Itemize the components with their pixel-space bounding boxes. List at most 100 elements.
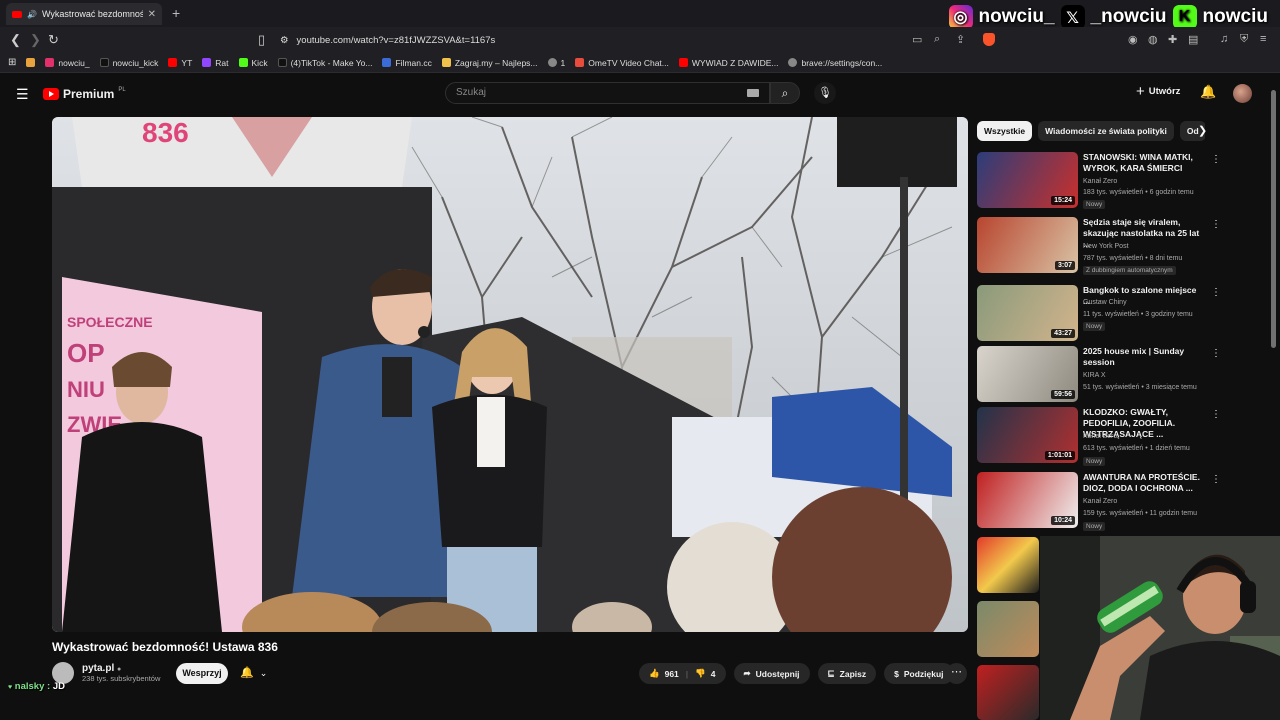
url-field[interactable]: ⚙ youtube.com/watch?v=z81fJWZZSVA&t=1167… xyxy=(280,30,1000,50)
recommendation-item[interactable]: 43:27 Bangkok to szalone miejsce ... Gus… xyxy=(977,285,1221,341)
chevron-right-icon[interactable]: ❯ xyxy=(1198,124,1207,137)
account-avatar[interactable] xyxy=(1233,84,1252,103)
thanks-button[interactable]: $ Podziękuj xyxy=(884,663,954,684)
bookmark-item[interactable]: brave://settings/con... xyxy=(788,58,882,68)
video-thumbnail[interactable] xyxy=(977,537,1039,593)
kebab-menu-icon[interactable]: ⋮ xyxy=(1211,474,1221,485)
bookmark-label: nowciu_kick xyxy=(112,57,159,68)
recommendation-channel[interactable]: KIRA X xyxy=(1083,372,1106,379)
media-icon[interactable]: ♫ xyxy=(1220,33,1228,45)
bookmark-folder[interactable] xyxy=(26,58,36,67)
recommendation-item[interactable]: 3:07 Sędzia staje się viralem, skazując … xyxy=(977,217,1221,275)
new-tab-icon[interactable]: + xyxy=(172,5,180,21)
support-button[interactable]: Wesprzyj xyxy=(176,663,228,684)
bookmark-item[interactable]: Kick xyxy=(238,58,268,68)
reload-icon[interactable]: ↻ xyxy=(48,32,59,48)
kebab-menu-icon[interactable]: ⋮ xyxy=(1211,409,1221,420)
video-thumbnail[interactable]: 3:07 xyxy=(977,217,1078,273)
recommendation-channel[interactable]: Kanał Zero xyxy=(1083,498,1117,505)
recommendation-channel[interactable]: Kanał Zero xyxy=(1083,178,1117,185)
recommendation-item[interactable]: 10:24 AWANTURA NA PROTEŚCIE. DIOZ, DODA … xyxy=(977,472,1221,531)
video-thumbnail[interactable]: 1:01:01 xyxy=(977,407,1078,463)
recommendation-title[interactable]: AWANTURA NA PROTEŚCIE. DIOZ, DODA I OCHR… xyxy=(1083,472,1203,494)
back-icon[interactable]: ❮ xyxy=(10,32,21,48)
create-label: Utwórz xyxy=(1148,86,1181,97)
more-actions-button[interactable]: ⋯ xyxy=(946,663,967,684)
bookmark-item[interactable]: Filman.cc xyxy=(382,58,432,68)
speaker-icon[interactable]: 🔊 xyxy=(27,10,37,19)
bookmark-item[interactable]: 1 xyxy=(547,58,565,68)
share-page-icon[interactable]: ⇪ xyxy=(956,33,965,46)
bookmark-item[interactable]: nowciu_ xyxy=(45,58,90,68)
video-thumbnail[interactable]: 59:56 xyxy=(977,346,1078,402)
bookmark-item[interactable]: Rat xyxy=(202,58,229,68)
apps-grid-icon[interactable]: ⊞ xyxy=(8,57,16,68)
video-thumbnail[interactable] xyxy=(977,601,1039,657)
chip-all[interactable]: Wszystkie xyxy=(977,121,1033,141)
youtube-logo[interactable]: Premium PL xyxy=(43,87,126,101)
wallet-icon[interactable]: ◍ xyxy=(1148,33,1158,46)
channel-name[interactable]: pyta.pl ● xyxy=(82,663,160,674)
kebab-menu-icon[interactable]: ⋮ xyxy=(1211,287,1221,298)
chat-username: nalsky : xyxy=(14,681,51,692)
bookmark-label: brave://settings/con... xyxy=(801,57,883,68)
chip-politics[interactable]: Wiadomości ze świata polityki xyxy=(1038,121,1174,141)
cast-icon[interactable]: ▭ xyxy=(912,33,922,46)
browser-tab[interactable]: 🔊 Wykastrować bezdomność! U ✕ xyxy=(6,3,162,25)
vpn-icon[interactable]: ⛨ xyxy=(1240,33,1248,46)
forward-icon[interactable]: ❯ xyxy=(30,32,41,48)
site-info-icon[interactable]: ⚙ xyxy=(280,35,289,46)
recommendation-title[interactable]: 2025 house mix | Sunday session xyxy=(1083,346,1203,368)
hamburger-menu-icon[interactable]: ☰ xyxy=(16,86,29,103)
recommendation-meta: 787 tys. wyświetleń • 8 dni temu xyxy=(1083,255,1183,262)
create-button[interactable]: + Utwórz xyxy=(1136,84,1181,99)
recommendation-title[interactable]: STANOWSKI: WINA MATKI, WYROK, KARA ŚMIER… xyxy=(1083,152,1203,174)
recommendation-channel[interactable]: Kanał Zero xyxy=(1083,433,1117,440)
page-scrollbar[interactable] xyxy=(1271,90,1276,348)
recommendation-item[interactable]: 59:56 2025 house mix | Sunday session KI… xyxy=(977,346,1221,402)
video-thumbnail[interactable]: 43:27 xyxy=(977,285,1078,341)
video-thumbnail[interactable]: 15:24 xyxy=(977,152,1078,208)
kebab-menu-icon[interactable]: ⋮ xyxy=(1211,154,1221,165)
bookmark-item[interactable]: (4)TikTok - Make Yo... xyxy=(277,57,373,68)
bookmark-item[interactable]: Zagraj.my – Najleps... xyxy=(441,58,538,68)
bookmark-label: (4)TikTok - Make Yo... xyxy=(290,57,373,68)
notifications-bell-icon[interactable]: 🔔 xyxy=(1200,84,1216,100)
recommendation-item[interactable]: 1:01:01 KLODZKO: GWAŁTY, PEDOFILIA, ZOOF… xyxy=(977,407,1221,466)
recommendation-channel[interactable]: New York Post xyxy=(1083,243,1129,250)
bookmark-item[interactable]: OmeTV Video Chat... xyxy=(575,58,669,68)
recommendation-channel[interactable]: Gustaw Chiny xyxy=(1083,299,1127,306)
bookmark-page-icon[interactable]: ▯ xyxy=(258,32,265,48)
zoom-icon[interactable]: ⌕ xyxy=(934,33,940,46)
bookmark-item[interactable]: nowciu_kick xyxy=(99,57,159,68)
bookmark-item[interactable]: YT xyxy=(168,58,192,68)
extensions-puzzle-icon[interactable]: ✚ xyxy=(1168,33,1177,46)
share-button[interactable]: ➦ Udostępnij xyxy=(733,663,810,684)
search-input[interactable]: Szukaj xyxy=(445,82,770,104)
save-button[interactable]: ⊑ Zapisz xyxy=(817,663,877,684)
bookmark-item[interactable]: WYWIAD Z DAWIDE... xyxy=(678,58,778,68)
voice-search-button[interactable]: 🎙 xyxy=(814,82,836,104)
bookmark-favicon-icon xyxy=(238,58,248,67)
keyboard-icon[interactable] xyxy=(747,89,759,97)
search-button[interactable]: ⌕ xyxy=(770,82,800,104)
close-tab-icon[interactable]: ✕ xyxy=(148,9,156,20)
kebab-menu-icon[interactable]: ⋮ xyxy=(1211,348,1221,359)
logo-text: Premium xyxy=(63,87,115,101)
sidebar-icon[interactable]: ▤ xyxy=(1188,33,1198,46)
video-thumbnail[interactable] xyxy=(977,665,1039,720)
verified-icon: ● xyxy=(117,666,122,673)
thumbs-down-icon[interactable]: 👎 xyxy=(695,668,706,679)
brave-shields-icon[interactable] xyxy=(983,33,995,46)
video-duration: 3:07 xyxy=(1054,261,1075,270)
bookmark-label: YT xyxy=(181,57,193,68)
extension-icon[interactable]: ◉ xyxy=(1128,33,1138,46)
kebab-menu-icon[interactable]: ⋮ xyxy=(1211,219,1221,230)
recommendation-item[interactable]: 15:24 STANOWSKI: WINA MATKI, WYROK, KARA… xyxy=(977,152,1221,209)
microphone-icon: 🎙 xyxy=(818,87,832,99)
video-thumbnail[interactable]: 10:24 xyxy=(977,472,1078,528)
video-player[interactable]: 836 SPOŁECZNE OP NIU ZWIE xyxy=(52,117,968,632)
subscription-bell-button[interactable]: 🔔 ⌄ xyxy=(240,666,267,679)
menu-icon[interactable]: ≡ xyxy=(1260,33,1266,45)
like-button[interactable]: 👍 961 | 👎 4 xyxy=(639,663,726,684)
